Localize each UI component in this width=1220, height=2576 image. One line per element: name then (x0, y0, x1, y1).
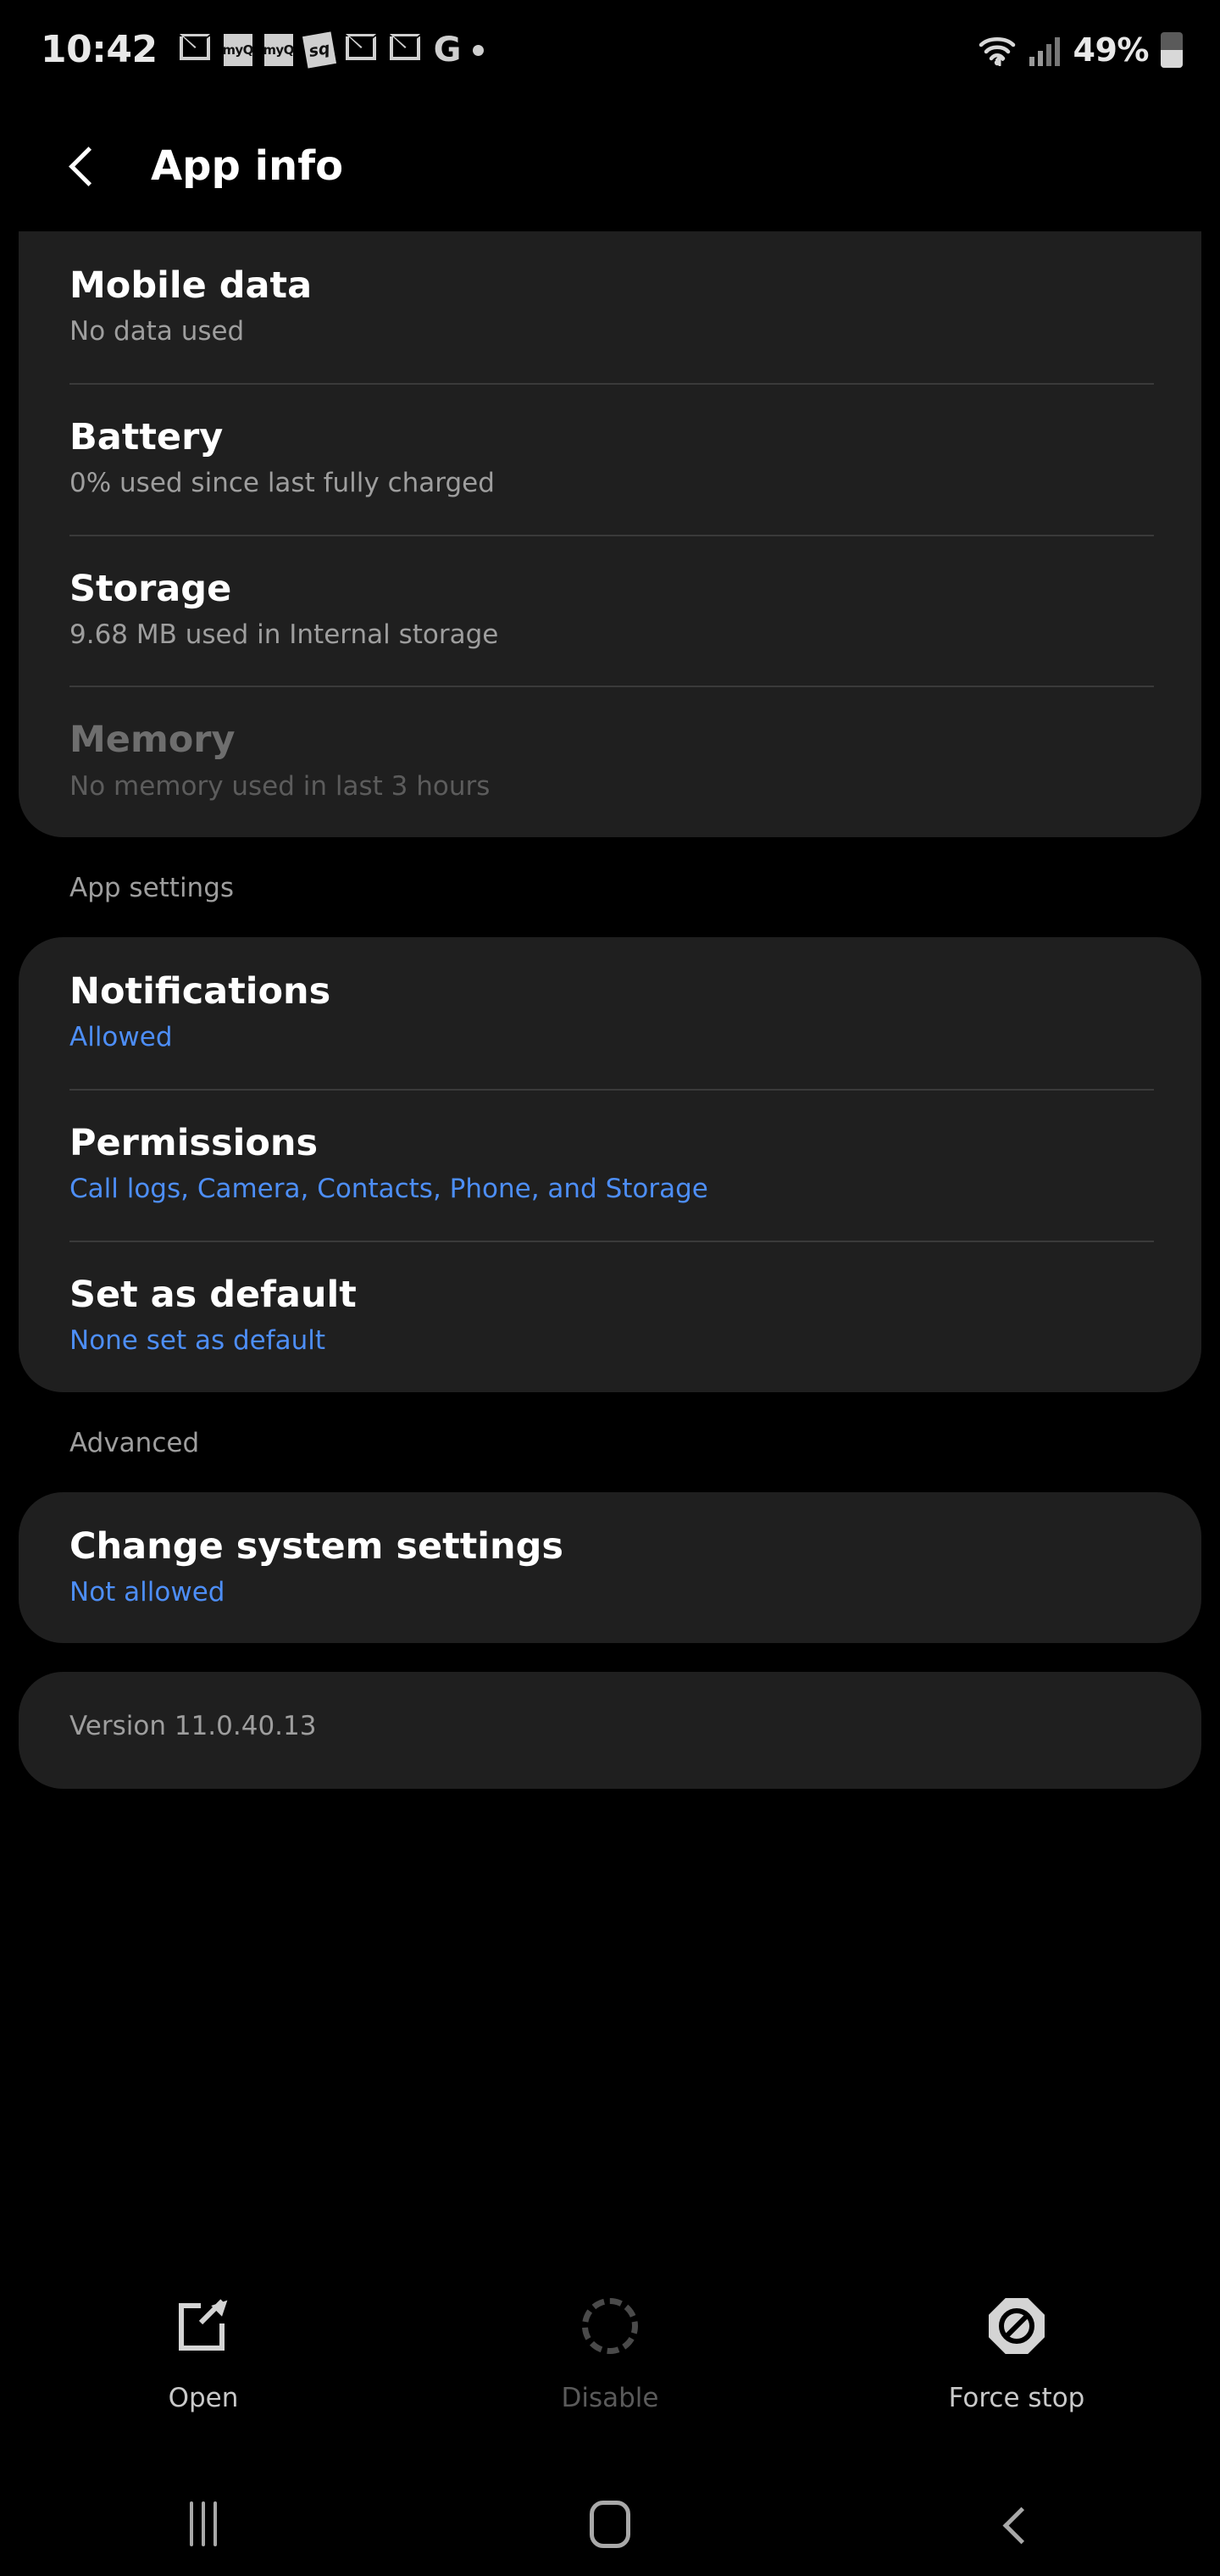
status-bar: 10:42 myQ myQ sq G 49% (0, 0, 1220, 100)
row-subtitle: Allowed (69, 1022, 173, 1053)
myq-icon-2: myQ (263, 34, 294, 66)
home-icon (590, 2500, 630, 2548)
row-memory: Memory No memory used in last 3 hours (69, 686, 1154, 837)
app-version-label: Version 11.0.40.13 (69, 1711, 317, 1742)
back-icon (1000, 2507, 1034, 2541)
battery-icon (1161, 32, 1183, 68)
recents-icon (190, 2501, 217, 2546)
more-notifications-dot-icon (473, 44, 485, 56)
force-stop-button-label: Force stop (948, 2383, 1085, 2413)
row-title: Storage (69, 567, 232, 610)
row-set-as-default[interactable]: Set as default None set as default (69, 1240, 1154, 1392)
row-subtitle: Call logs, Camera, Contacts, Phone, and … (69, 1174, 708, 1205)
row-battery[interactable]: Battery 0% used since last fully charged (69, 382, 1154, 535)
section-header-app-settings: App settings (69, 873, 235, 904)
usage-card: Mobile data No data used Battery 0% used… (19, 231, 1201, 838)
row-title: Memory (69, 719, 236, 762)
row-permissions[interactable]: Permissions Call logs, Camera, Contacts,… (69, 1088, 1154, 1241)
mobile-signal-icon (1029, 37, 1060, 66)
app-settings-card: Notifications Allowed Permissions Call l… (19, 937, 1201, 1392)
app-action-bar: Open Disable Force stop (0, 2240, 1220, 2472)
row-change-system-settings[interactable]: Change system settings Not allowed (69, 1492, 1151, 1644)
app-bar: App info (0, 100, 1220, 231)
row-subtitle: None set as default (69, 1324, 326, 1356)
gmail-icon-3 (389, 34, 422, 64)
myq-icon: myQ (222, 34, 253, 66)
row-subtitle: No data used (69, 316, 245, 347)
row-title: Change system settings (69, 1524, 564, 1568)
open-button-label: Open (168, 2383, 239, 2413)
disable-button-label: Disable (561, 2383, 659, 2413)
page-title: App info (151, 142, 344, 190)
battery-percent-label: 49% (1073, 31, 1150, 69)
disable-button: Disable (407, 2298, 813, 2413)
row-subtitle: 0% used since last fully charged (69, 467, 495, 498)
nav-back-button[interactable] (813, 2507, 1220, 2541)
nav-home-button[interactable] (407, 2500, 813, 2548)
row-title: Permissions (69, 1121, 319, 1164)
sq-app-icon: sq (302, 31, 336, 69)
google-icon: G (433, 31, 462, 69)
row-subtitle: 9.68 MB used in Internal storage (69, 619, 499, 650)
open-in-new-icon (175, 2298, 231, 2354)
notification-icons: myQ myQ sq G (179, 31, 485, 69)
status-clock: 10:42 (41, 28, 158, 71)
row-subtitle: No memory used in last 3 hours (69, 770, 491, 802)
disable-dashed-circle-icon (582, 2298, 638, 2354)
gmail-icon (179, 34, 212, 64)
row-subtitle: Not allowed (69, 1576, 225, 1607)
row-title: Set as default (69, 1273, 357, 1316)
force-stop-octagon-icon (989, 2298, 1045, 2354)
row-notifications[interactable]: Notifications Allowed (69, 937, 1151, 1089)
row-title: Notifications (69, 970, 331, 1013)
gmail-icon-2 (345, 34, 378, 64)
open-button[interactable]: Open (0, 2298, 407, 2413)
force-stop-button[interactable]: Force stop (813, 2298, 1220, 2413)
row-title: Battery (69, 415, 224, 458)
section-header-advanced: Advanced (69, 1427, 200, 1458)
status-right-cluster: 49% (979, 31, 1183, 69)
back-arrow-icon[interactable] (61, 144, 105, 188)
row-storage[interactable]: Storage 9.68 MB used in Internal storage (69, 534, 1154, 686)
row-title: Mobile data (69, 264, 313, 307)
version-card: Version 11.0.40.13 (19, 1672, 1201, 1790)
row-mobile-data[interactable]: Mobile data No data used (69, 231, 1151, 383)
system-nav-bar (0, 2472, 1220, 2576)
app-info-scroll-area[interactable]: Mobile data No data used Battery 0% used… (0, 231, 1220, 2240)
advanced-card: Change system settings Not allowed (19, 1491, 1201, 1644)
wifi-icon (979, 37, 1015, 66)
nav-recents-button[interactable] (0, 2501, 407, 2546)
